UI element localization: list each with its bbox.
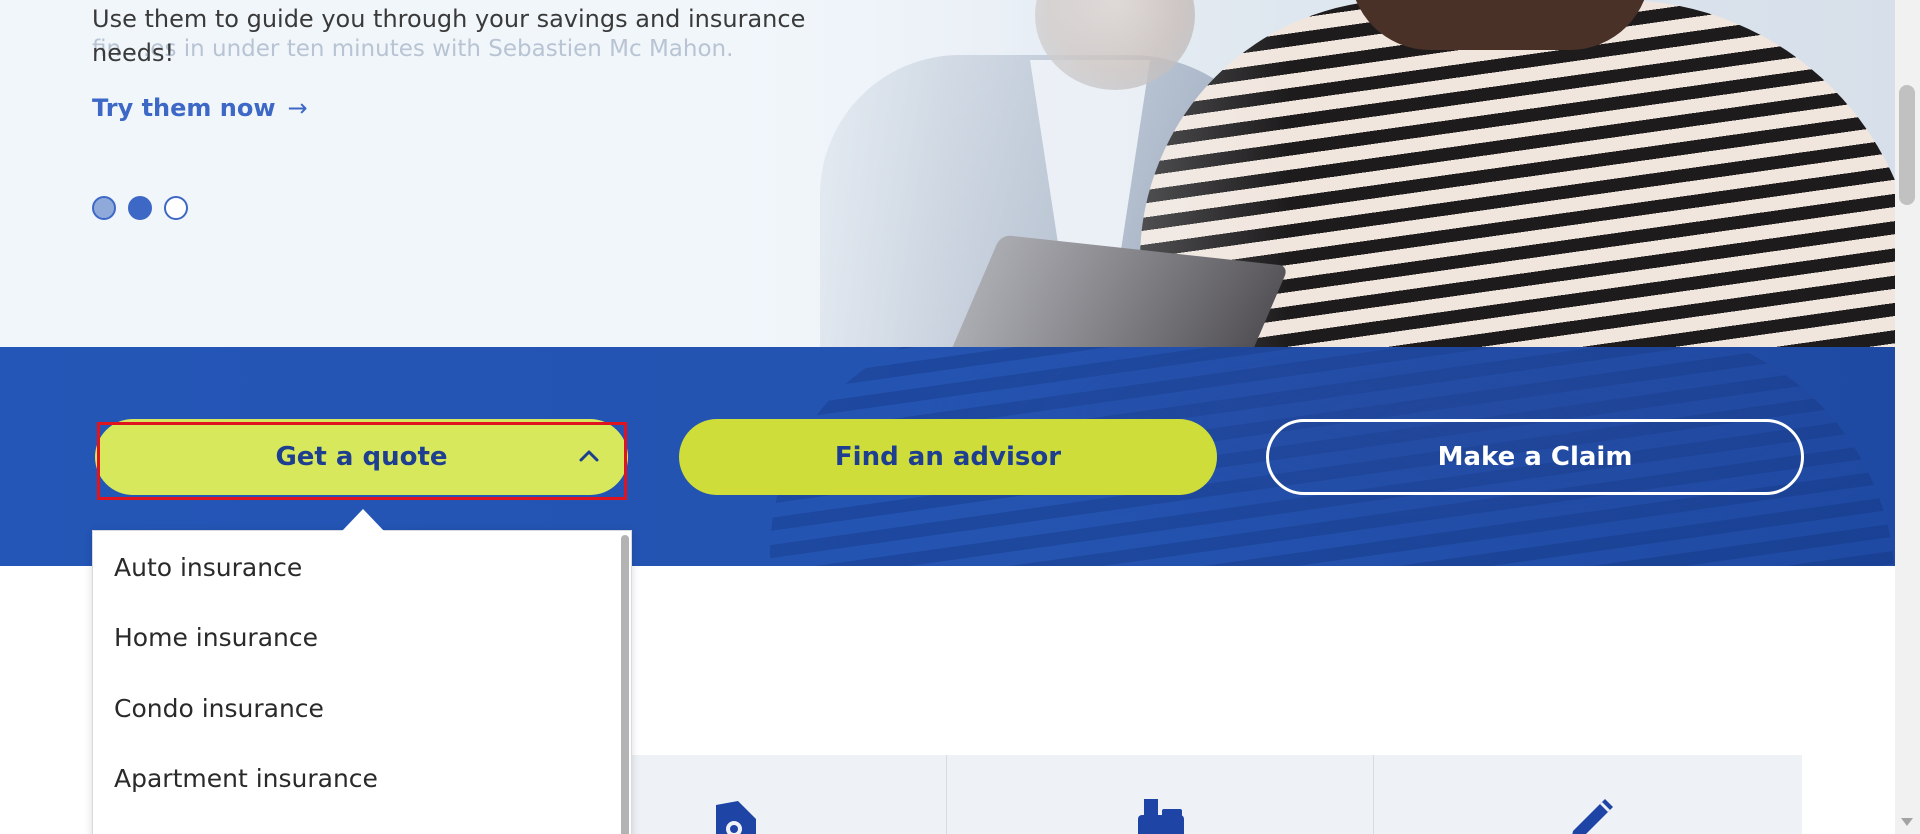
try-them-now-link[interactable]: Try them now → — [92, 94, 308, 122]
hero-description: Use them to guide you through your savin… — [92, 5, 806, 67]
page-scrollbar-thumb[interactable] — [1899, 85, 1915, 205]
arrow-right-icon: → — [287, 94, 308, 122]
carousel-dot-3[interactable] — [164, 196, 188, 220]
find-an-advisor-label: Find an advisor — [834, 442, 1062, 472]
dropdown-caret — [342, 509, 384, 531]
carousel-dot-2[interactable] — [128, 196, 152, 220]
price-tag-icon — [716, 801, 756, 834]
dropdown-scrollbar[interactable] — [621, 535, 629, 834]
quote-dropdown-menu: Auto insurance Home insurance Condo insu… — [92, 530, 632, 834]
scroll-down-arrow-icon[interactable] — [1901, 818, 1913, 826]
menu-item-apartment-insurance[interactable]: Apartment insurance — [114, 764, 378, 793]
services-cards — [626, 755, 1802, 834]
hero-banner: fin ...es in under ten minutes with Seba… — [0, 0, 1895, 347]
make-a-claim-button[interactable]: Make a Claim — [1266, 419, 1804, 495]
carousel-dots — [92, 196, 188, 220]
card-divider — [946, 755, 947, 834]
page-scrollbar[interactable] — [1895, 0, 1920, 834]
menu-item-condo-insurance[interactable]: Condo insurance — [114, 694, 324, 723]
menu-item-auto-insurance[interactable]: Auto insurance — [114, 553, 302, 582]
find-an-advisor-button[interactable]: Find an advisor — [679, 419, 1217, 495]
carousel-dot-1[interactable] — [92, 196, 116, 220]
try-them-now-label: Try them now — [92, 94, 276, 122]
card-divider — [1373, 755, 1374, 834]
menu-item-home-insurance[interactable]: Home insurance — [114, 623, 318, 652]
make-a-claim-label: Make a Claim — [1437, 442, 1633, 472]
pencil-icon — [1572, 799, 1613, 834]
focus-highlight — [97, 422, 627, 500]
mailbox-icon — [1138, 799, 1184, 834]
